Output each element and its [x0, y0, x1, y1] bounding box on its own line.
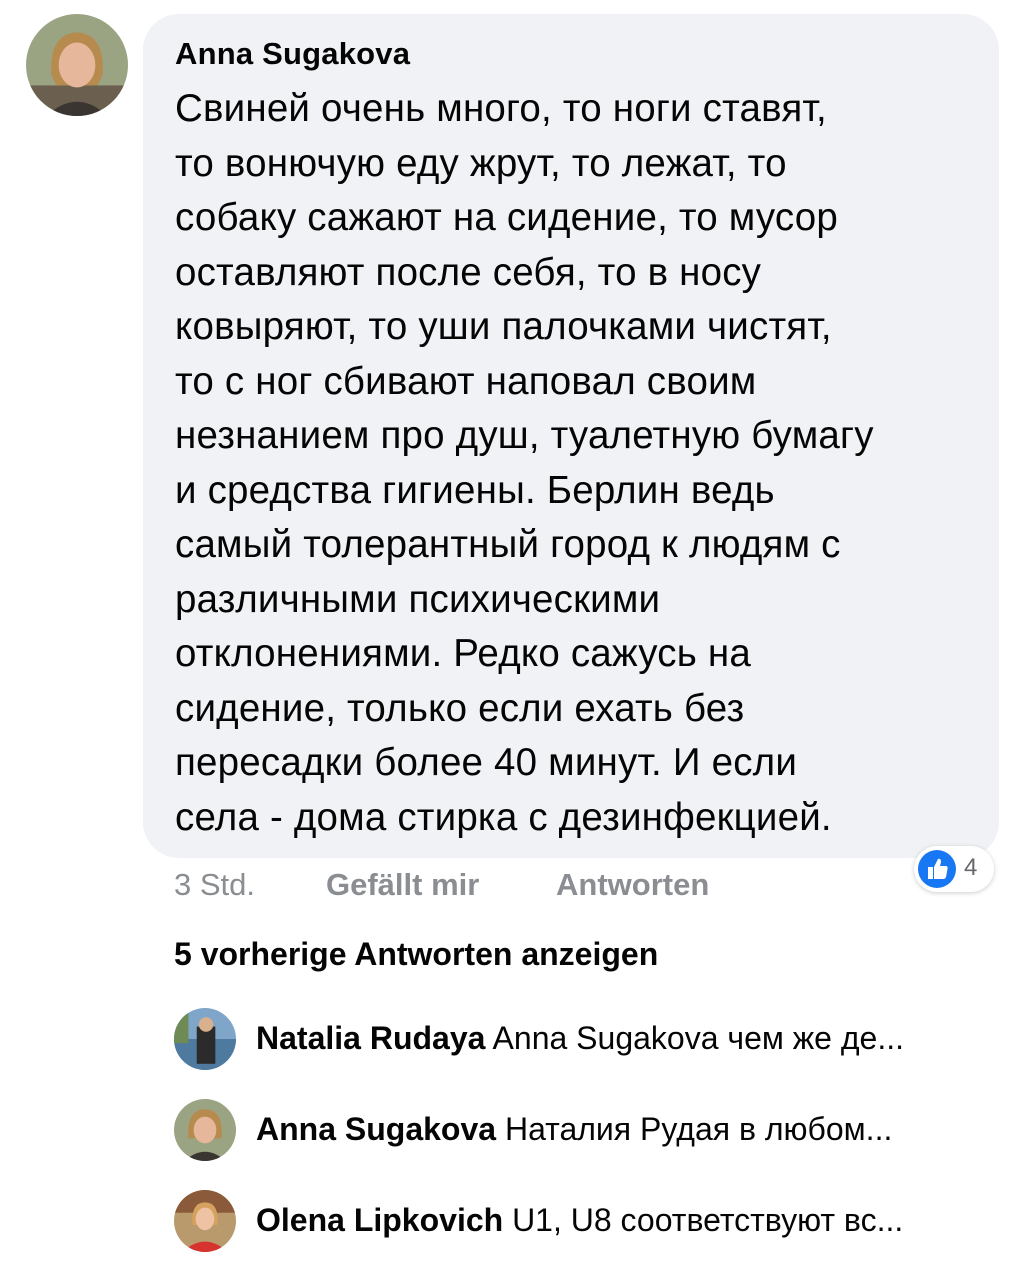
comment-line: то вонючую еду жрут, то лежат, то	[175, 141, 787, 185]
like-icon	[918, 850, 956, 888]
comment-line: то с ног сбивают наповал своим	[175, 359, 757, 403]
comment-line: отклонениями. Редко сажусь на	[175, 632, 751, 675]
comment-line: и средства гигиены. Берлин ведь	[175, 468, 775, 512]
comment-text: Свиней очень много, то ноги ставят, то в…	[175, 82, 985, 845]
comment-line: собаку сажают на сидение, то мусор	[175, 196, 838, 239]
reply-text: Natalia Rudaya Anna Sugakova чем же де..…	[256, 1020, 986, 1057]
view-previous-replies-link[interactable]: 5 vorherige Antworten anzeigen	[174, 936, 658, 973]
reactions-badge[interactable]: 4	[914, 846, 994, 892]
reply-item[interactable]: Natalia Rudaya Anna Sugakova чем же де..…	[174, 1008, 994, 1070]
comment-line: Свиней очень много, то ноги ставят,	[175, 87, 827, 130]
comment-line: незнанием про душ, туалетную бумагу	[175, 414, 874, 457]
comment-line: оставляют после себя, то в носу	[175, 250, 762, 294]
like-button[interactable]: Gefällt mir	[326, 867, 479, 907]
reply-author[interactable]: Olena Lipkovich	[256, 1202, 503, 1238]
reply-body: Наталия Рудая в любом...	[504, 1111, 893, 1147]
reply-author[interactable]: Anna Sugakova	[256, 1111, 496, 1147]
reply-text: Anna Sugakova Наталия Рудая в любом...	[256, 1111, 986, 1148]
reply-item[interactable]: Anna Sugakova Наталия Рудая в любом...	[174, 1099, 994, 1161]
reply-author[interactable]: Natalia Rudaya	[256, 1020, 485, 1056]
comment-line: села - дома стирка с дезинфекцией.	[175, 795, 832, 839]
avatar[interactable]	[174, 1099, 236, 1161]
reply-body: Anna Sugakova чем же де...	[492, 1020, 904, 1056]
comment-line: пересадки более 40 минут. И если	[175, 741, 798, 784]
comment-timestamp[interactable]: 3 Std.	[174, 867, 255, 907]
comment-author[interactable]: Anna Sugakova	[175, 36, 410, 72]
avatar[interactable]	[174, 1008, 236, 1070]
comment-line: различными психическими	[175, 577, 661, 621]
avatar[interactable]	[174, 1190, 236, 1252]
reply-body: U1, U8 соответствуют вс...	[512, 1202, 904, 1238]
reply-item[interactable]: Olena Lipkovich U1, U8 соответствуют вс.…	[174, 1190, 994, 1252]
reaction-count: 4	[964, 854, 978, 881]
reply-text: Olena Lipkovich U1, U8 соответствуют вс.…	[256, 1202, 986, 1239]
reply-button[interactable]: Antworten	[556, 867, 709, 907]
comment-line: сидение, только если ехать без	[175, 686, 745, 730]
comment-line: ковыряют, то уши палочками чистят,	[175, 305, 832, 348]
avatar[interactable]	[26, 14, 128, 116]
comment-line: самый толерантный город к людям с	[175, 523, 841, 566]
